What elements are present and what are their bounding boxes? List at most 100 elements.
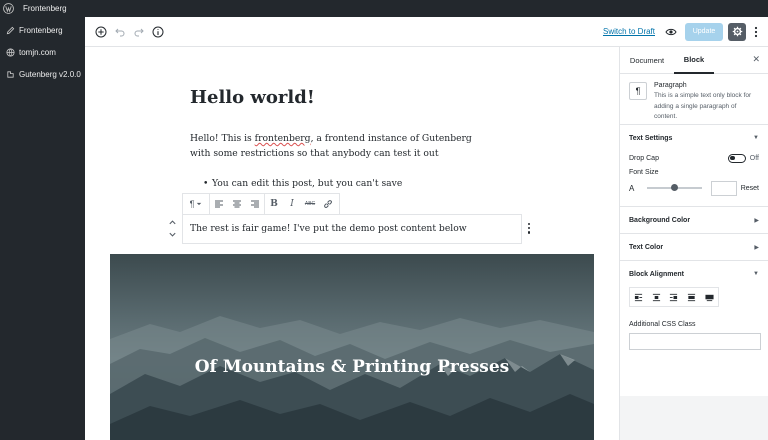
move-up-icon[interactable] bbox=[168, 218, 177, 227]
font-size-a-icon: A bbox=[629, 183, 635, 193]
panel-background-color: Background Color ▶ bbox=[620, 207, 768, 234]
block-switcher-button[interactable]: ¶ bbox=[183, 194, 209, 214]
align-center-icon bbox=[233, 200, 241, 208]
block-mover bbox=[166, 218, 178, 242]
align-center-icon bbox=[652, 293, 660, 301]
background-color-toggle[interactable]: Background Color ▶ bbox=[629, 207, 759, 233]
link-icon bbox=[324, 200, 332, 208]
info-icon[interactable] bbox=[150, 24, 166, 40]
menu-item-label: tomjn.com bbox=[19, 47, 56, 57]
toggle-state: Off bbox=[749, 154, 759, 162]
align-left-button[interactable] bbox=[630, 288, 648, 306]
switch-to-draft-link[interactable]: Switch to Draft bbox=[603, 27, 655, 36]
plugin-icon bbox=[5, 69, 15, 79]
panel-title: Block Alignment bbox=[629, 270, 684, 278]
block-settings-more-icon[interactable] bbox=[525, 223, 533, 237]
align-right-button[interactable] bbox=[665, 288, 683, 306]
tab-block[interactable]: Block bbox=[674, 47, 714, 74]
sidebar-footer-area bbox=[620, 396, 768, 440]
menu-item-label: Frontenberg bbox=[19, 25, 63, 35]
block-toolbar: ¶ B I ABC bbox=[182, 193, 340, 215]
caret-down-icon bbox=[197, 202, 202, 206]
align-center-button[interactable] bbox=[648, 288, 666, 306]
wordpress-logo-icon[interactable] bbox=[0, 0, 17, 17]
font-size-reset-button[interactable]: Reset bbox=[741, 185, 759, 192]
align-wide-icon bbox=[687, 293, 696, 301]
menu-item-frontenberg[interactable]: Frontenberg bbox=[0, 21, 85, 39]
block-alignment-toggle[interactable]: Block Alignment ▼ bbox=[629, 261, 759, 287]
add-block-icon[interactable] bbox=[93, 24, 109, 40]
panel-text-color: Text Color ▶ bbox=[620, 234, 768, 261]
panel-text-settings: Text Settings ▼ Drop Cap Off Font Size A… bbox=[620, 125, 768, 207]
text-settings-toggle[interactable]: Text Settings ▼ bbox=[629, 125, 759, 151]
link-button[interactable] bbox=[319, 194, 337, 214]
panel-title: Text Settings bbox=[629, 134, 673, 142]
bold-button[interactable]: B bbox=[265, 194, 283, 214]
globe-icon bbox=[5, 47, 15, 57]
menu-item-label: Gutenberg v2.0.0 bbox=[19, 69, 81, 79]
caret-right-icon: ▶ bbox=[754, 217, 759, 224]
undo-icon[interactable] bbox=[112, 24, 128, 40]
alignment-toolbar bbox=[629, 287, 719, 307]
paragraph-icon: ¶ bbox=[189, 199, 195, 209]
panel-title: Text Color bbox=[629, 243, 664, 251]
paragraph-misspelled-word: frontenberg bbox=[254, 133, 311, 144]
paragraph-icon: ¶ bbox=[629, 82, 647, 100]
editor-canvas: Hello world! Hello! This is frontenberg,… bbox=[85, 47, 619, 440]
cover-title[interactable]: Of Mountains & Printing Presses bbox=[110, 357, 594, 377]
align-right-icon bbox=[251, 200, 259, 208]
pencil-icon bbox=[5, 25, 15, 35]
strikethrough-button[interactable]: ABC bbox=[301, 194, 319, 214]
mountain-landscape-image bbox=[110, 316, 594, 440]
move-down-icon[interactable] bbox=[168, 230, 177, 239]
drop-cap-toggle[interactable]: Off bbox=[727, 153, 759, 163]
align-left-icon bbox=[635, 293, 643, 301]
gear-icon bbox=[732, 26, 742, 37]
settings-button[interactable] bbox=[728, 22, 746, 41]
align-full-button[interactable] bbox=[700, 288, 718, 306]
align-full-icon bbox=[705, 294, 714, 301]
panel-title: Background Color bbox=[629, 216, 691, 224]
text-color-toggle[interactable]: Text Color ▶ bbox=[629, 234, 759, 260]
additional-css-input[interactable] bbox=[629, 333, 761, 350]
site-name-link[interactable]: Frontenberg bbox=[23, 4, 67, 13]
block-name: Paragraph bbox=[654, 82, 687, 89]
toggle-switch bbox=[727, 153, 746, 163]
align-center-button[interactable] bbox=[228, 194, 246, 214]
block-description: This is a simple text only block for add… bbox=[654, 92, 752, 120]
settings-sidebar: Document Block ✕ ¶ Paragraph This is a s… bbox=[619, 47, 768, 440]
more-menu-icon[interactable] bbox=[750, 26, 762, 38]
paragraph-block[interactable]: Hello! This is frontenberg, a frontend i… bbox=[190, 131, 495, 161]
drop-cap-label: Drop Cap bbox=[629, 154, 659, 162]
redo-icon[interactable] bbox=[131, 24, 147, 40]
paragraph-text: Hello! This is bbox=[190, 133, 255, 144]
admin-menu: Frontenberg tomjn.com Gutenberg v2.0.0 bbox=[0, 17, 85, 440]
caret-down-icon: ▼ bbox=[753, 271, 759, 277]
sidebar-tabs: Document Block ✕ bbox=[620, 47, 768, 74]
additional-css-label: Additional CSS Class bbox=[629, 321, 696, 328]
update-button[interactable]: Update bbox=[685, 22, 723, 41]
editor-header: Switch to Draft Update bbox=[85, 17, 768, 47]
panel-block-alignment: Block Alignment ▼ Additional CSS Class bbox=[620, 261, 768, 350]
align-left-icon bbox=[215, 200, 223, 208]
cover-image-block[interactable]: Of Mountains & Printing Presses bbox=[110, 254, 594, 440]
align-right-icon bbox=[670, 293, 678, 301]
preview-eye-icon[interactable] bbox=[663, 24, 679, 40]
caret-right-icon: ▶ bbox=[754, 244, 759, 251]
block-card: ¶ Paragraph This is a simple text only b… bbox=[620, 74, 768, 125]
menu-item-gutenberg-version[interactable]: Gutenberg v2.0.0 bbox=[0, 65, 85, 83]
align-left-button[interactable] bbox=[210, 194, 228, 214]
font-size-label: Font Size bbox=[629, 169, 659, 176]
tab-document[interactable]: Document bbox=[620, 47, 674, 74]
menu-item-tomjn[interactable]: tomjn.com bbox=[0, 43, 85, 61]
post-title[interactable]: Hello world! bbox=[190, 87, 315, 108]
close-icon[interactable]: ✕ bbox=[752, 54, 760, 65]
font-size-input[interactable] bbox=[711, 180, 737, 196]
font-size-slider[interactable] bbox=[647, 184, 703, 191]
list-item[interactable]: You can edit this post, but you can't sa… bbox=[203, 178, 402, 189]
active-paragraph-block[interactable]: The rest is fair game! I've put the demo… bbox=[182, 214, 522, 244]
align-wide-button[interactable] bbox=[683, 288, 701, 306]
align-right-button[interactable] bbox=[246, 194, 264, 214]
admin-bar: Frontenberg bbox=[0, 0, 768, 17]
italic-button[interactable]: I bbox=[283, 194, 301, 214]
